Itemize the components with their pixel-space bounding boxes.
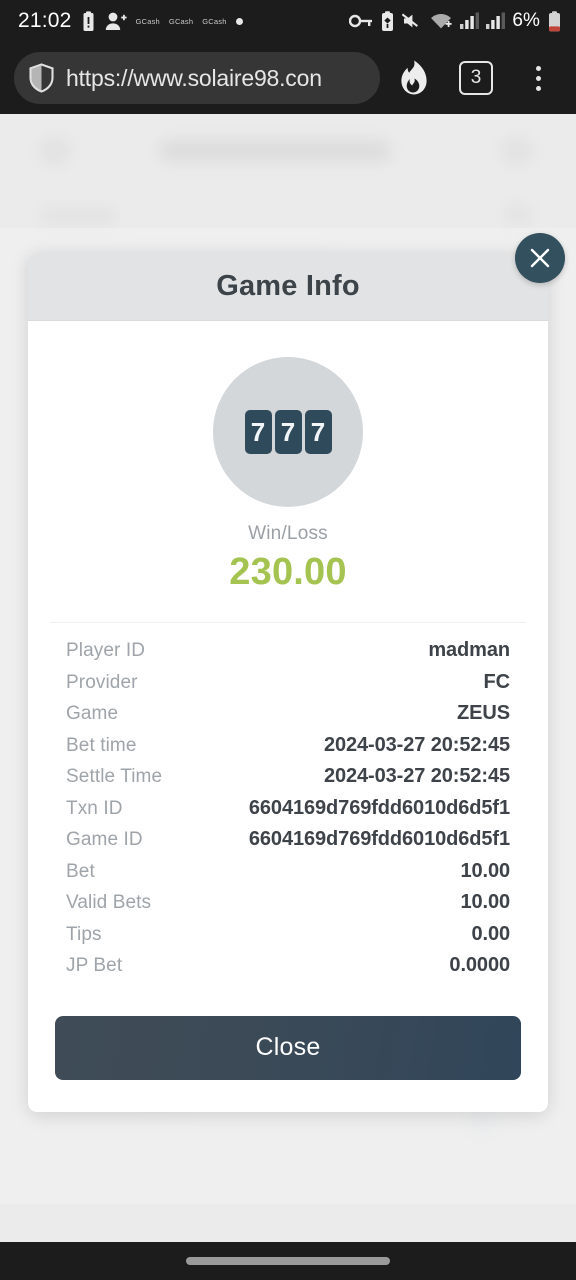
- wifi-icon: [430, 12, 453, 30]
- detail-value: 6604169d769fdd6010d6d5f1: [248, 828, 510, 850]
- battery-low-icon: [547, 10, 562, 32]
- slot-digit: 7: [274, 410, 302, 454]
- table-row: Txn ID 6604169d769fdd6010d6d5f1: [66, 797, 510, 829]
- tab-count-label: 3: [459, 61, 493, 95]
- winloss-label: Win/Loss: [248, 523, 328, 544]
- winloss-value: 230.00: [229, 551, 347, 593]
- status-clock: 21:02: [18, 9, 72, 32]
- table-row: Settle Time 2024-03-27 20:52:45: [66, 765, 510, 797]
- winloss-hero: 7 7 7 Win/Loss 230.00: [28, 357, 548, 594]
- table-row: Bet 10.00: [66, 860, 510, 892]
- battery-alert-icon: [81, 10, 96, 32]
- detail-value: 0.00: [471, 922, 510, 945]
- notification-chip: GCash: [202, 16, 227, 26]
- status-bar-right: 6%: [349, 10, 562, 32]
- dialog-body: 7 7 7 Win/Loss 230.00 Player ID madman P…: [28, 321, 548, 1080]
- shield-icon[interactable]: [28, 63, 55, 93]
- slot-digit: 7: [304, 410, 332, 454]
- dialog-title: Game Info: [216, 270, 360, 302]
- detail-value: 2024-03-27 20:52:45: [323, 733, 510, 756]
- close-icon[interactable]: [515, 233, 565, 283]
- detail-label: Game ID: [66, 829, 143, 850]
- background-search-icon: [500, 136, 534, 166]
- table-row: Valid Bets 10.00: [66, 891, 510, 923]
- detail-value: 2024-03-27 20:52:45: [323, 765, 510, 787]
- detail-label: Valid Bets: [66, 892, 152, 913]
- table-row: Player ID madman: [66, 639, 510, 671]
- table-row: Bet time 2024-03-27 20:52:45: [66, 734, 510, 766]
- detail-value: 10.00: [460, 891, 510, 913]
- person-add-icon: [105, 11, 127, 31]
- status-bar-left: 21:02 GCash GCash GCash: [18, 9, 349, 33]
- detail-value: 0.0000: [449, 954, 510, 976]
- address-bar[interactable]: https://www.solaire98.con: [14, 52, 380, 104]
- battery-saver-icon: [380, 11, 395, 31]
- detail-label: Bet: [66, 860, 95, 882]
- table-row: Game ZEUS: [66, 702, 510, 734]
- detail-label: JP Bet: [66, 955, 123, 976]
- detail-label: Provider: [66, 671, 138, 693]
- background-filter-icon: [505, 204, 531, 226]
- slot-digit: 7: [244, 410, 272, 454]
- notification-chip: GCash: [168, 16, 194, 26]
- detail-label: Bet time: [66, 734, 137, 756]
- detail-value: 6604169d769fdd6010d6d5f1: [248, 796, 510, 819]
- detail-label: Player ID: [66, 640, 146, 661]
- detail-label: Tips: [66, 923, 102, 945]
- flame-icon[interactable]: [386, 50, 442, 106]
- game-detail-list: Player ID madman Provider FC Game ZEUS B…: [28, 623, 548, 986]
- android-status-bar: 21:02 GCash GCash GCash 6%: [0, 0, 576, 42]
- background-page-title: [160, 140, 390, 162]
- volume-mute-icon: [402, 12, 423, 30]
- tab-counter-button[interactable]: 3: [448, 50, 504, 106]
- gesture-pill[interactable]: [186, 1257, 390, 1265]
- detail-value: 10.00: [460, 859, 510, 882]
- detail-value: ZEUS: [457, 702, 510, 724]
- detail-value: madman: [428, 639, 510, 661]
- dot-icon: [235, 17, 243, 25]
- signal-bars-icon: [460, 12, 480, 30]
- android-gesture-nav-bar: [0, 1242, 576, 1280]
- detail-label: Txn ID: [66, 797, 123, 819]
- detail-label: Game: [66, 703, 119, 724]
- background-back-icon: [38, 136, 72, 166]
- signal-bars-icon: [486, 12, 506, 30]
- background-filter-label: [40, 206, 116, 226]
- slot-777-icon: 7 7 7: [213, 357, 363, 507]
- vpn-key-icon: [349, 13, 373, 29]
- browser-toolbar: https://www.solaire98.con 3: [0, 42, 576, 114]
- detail-value: FC: [483, 670, 511, 693]
- game-info-dialog: Game Info 7 7 7 Win/Loss 230.00 Player I…: [28, 253, 548, 1112]
- notification-chip: GCash: [135, 16, 160, 26]
- close-button[interactable]: Close: [55, 1015, 521, 1080]
- detail-label: Settle Time: [66, 766, 163, 787]
- table-row: Tips 0.00: [66, 923, 510, 955]
- kebab-menu-icon[interactable]: [510, 50, 566, 106]
- dialog-header: Game Info: [28, 253, 548, 321]
- battery-percent-label: 6%: [512, 10, 540, 31]
- url-text[interactable]: https://www.solaire98.con: [66, 65, 322, 92]
- table-row: Game ID 6604169d769fdd6010d6d5f1: [66, 828, 510, 860]
- table-row: Provider FC: [66, 671, 510, 703]
- table-row: JP Bet 0.0000: [66, 954, 510, 986]
